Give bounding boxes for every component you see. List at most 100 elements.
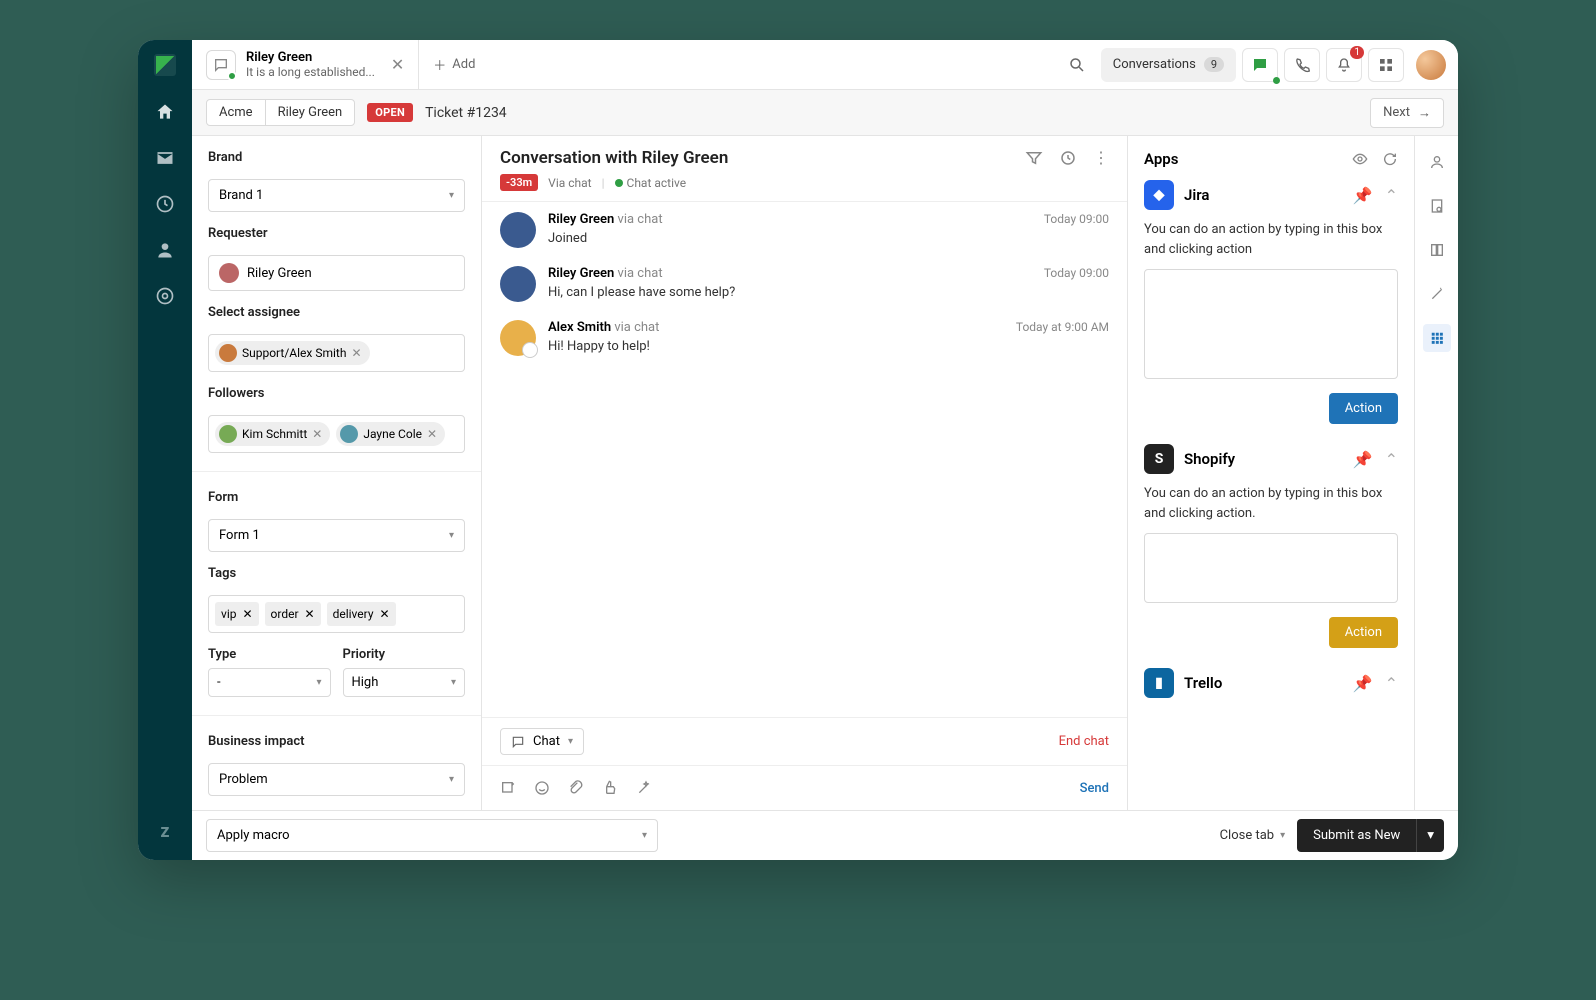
note-icon[interactable] — [500, 780, 516, 796]
user-avatar[interactable] — [1416, 50, 1446, 80]
app-name: Shopify — [1184, 450, 1343, 468]
zendesk-logo-icon: z — [160, 821, 169, 842]
jira-input[interactable] — [1144, 269, 1398, 379]
type-select[interactable]: -▾ — [208, 668, 331, 697]
assignee-field[interactable]: Support/Alex Smith✕ — [208, 334, 465, 372]
remove-icon[interactable]: ✕ — [242, 607, 252, 621]
history-icon[interactable] — [1059, 149, 1077, 167]
pin-icon[interactable]: 📌 — [1353, 186, 1373, 205]
nav-home-icon[interactable] — [155, 102, 175, 122]
app-desc: You can do an action by typing in this b… — [1144, 220, 1398, 259]
nav-clock-icon[interactable] — [155, 194, 175, 214]
search-button[interactable] — [1059, 48, 1095, 82]
notifications-button[interactable]: 1 — [1326, 48, 1362, 82]
app-name: Jira — [1184, 186, 1343, 204]
nav-help-icon[interactable] — [155, 286, 175, 306]
form-select[interactable]: Form 1▾ — [208, 519, 465, 552]
tab-bar: Riley Green It is a long established... … — [192, 40, 1458, 90]
apps-heading: Apps — [1144, 150, 1178, 168]
filter-icon[interactable] — [1025, 149, 1043, 167]
priority-select[interactable]: High▾ — [343, 668, 466, 697]
follower-pill[interactable]: Jayne Cole✕ — [336, 422, 445, 446]
assignee-pill[interactable]: Support/Alex Smith✕ — [215, 341, 370, 365]
submit-caret-button[interactable]: ▾ — [1416, 819, 1444, 852]
remove-icon[interactable]: ✕ — [305, 607, 315, 621]
app-desc: You can do an action by typing in this b… — [1144, 484, 1398, 523]
chevron-down-icon: ▾ — [1280, 830, 1285, 841]
refresh-icon[interactable] — [1382, 151, 1398, 167]
avatar-icon — [219, 425, 237, 443]
nav-user-icon[interactable] — [155, 240, 175, 260]
avatar-icon — [219, 263, 239, 283]
jira-action-button[interactable]: Action — [1329, 393, 1398, 424]
end-chat-button[interactable]: End chat — [1059, 734, 1109, 749]
submit-button[interactable]: Submit as New — [1297, 819, 1416, 852]
impact-select[interactable]: Problem▾ — [208, 763, 465, 796]
remove-icon[interactable]: ✕ — [380, 607, 390, 621]
message-row: Alex Smith via chatToday at 9:00 AM Hi! … — [500, 320, 1109, 356]
shopify-action-button[interactable]: Action — [1329, 617, 1398, 648]
rail-grid-icon[interactable] — [1423, 324, 1451, 352]
breadcrumb-org[interactable]: Acme — [207, 100, 265, 125]
trello-logo-icon: ▮ — [1144, 668, 1174, 698]
tags-label: Tags — [208, 566, 465, 581]
eye-icon[interactable] — [1352, 151, 1368, 167]
app-name: Trello — [1184, 674, 1343, 692]
impact-label: Business impact — [208, 734, 465, 749]
pin-icon[interactable]: 📌 — [1353, 674, 1373, 693]
type-label: Type — [208, 647, 331, 662]
conversations-label: Conversations — [1113, 57, 1196, 72]
remove-icon[interactable]: ✕ — [427, 427, 437, 441]
tag-pill[interactable]: vip✕ — [215, 602, 259, 626]
conversation-title: Conversation with Riley Green — [500, 148, 728, 168]
avatar-icon — [500, 320, 536, 356]
emoji-icon[interactable] — [534, 780, 550, 796]
chevron-up-icon[interactable]: ⌃ — [1385, 674, 1398, 693]
chevron-up-icon[interactable]: ⌃ — [1385, 450, 1398, 469]
close-tab-button[interactable]: Close tab▾ — [1220, 828, 1286, 843]
close-tab-icon[interactable]: ✕ — [391, 55, 404, 74]
breadcrumb-bar: Acme Riley Green OPEN Ticket #1234 Next … — [192, 90, 1458, 136]
pin-icon[interactable]: 📌 — [1353, 450, 1373, 469]
breadcrumb[interactable]: Acme Riley Green — [206, 99, 355, 126]
chevron-down-icon: ▾ — [568, 736, 573, 747]
form-label: Form — [208, 490, 465, 505]
rail-user-icon[interactable] — [1423, 148, 1451, 176]
more-icon[interactable]: ⋮ — [1093, 148, 1109, 167]
status-dot-icon — [1273, 77, 1280, 84]
send-button[interactable]: Send — [1080, 781, 1109, 796]
rail-wand-icon[interactable] — [1423, 280, 1451, 308]
shopify-input[interactable] — [1144, 533, 1398, 603]
chevron-down-icon: ▾ — [449, 774, 454, 785]
bell-badge: 1 — [1350, 46, 1364, 59]
avatar-icon — [500, 266, 536, 302]
brand-select[interactable]: Brand 1▾ — [208, 179, 465, 212]
rail-book-icon[interactable] — [1423, 236, 1451, 264]
follower-pill[interactable]: Kim Schmitt✕ — [215, 422, 330, 446]
attachment-icon[interactable] — [568, 780, 584, 796]
followers-field[interactable]: Kim Schmitt✕ Jayne Cole✕ — [208, 415, 465, 453]
chat-status-button[interactable] — [1242, 48, 1278, 82]
breadcrumb-person[interactable]: Riley Green — [265, 100, 355, 125]
phone-button[interactable] — [1284, 48, 1320, 82]
requester-field[interactable]: Riley Green — [208, 255, 465, 291]
apps-grid-button[interactable] — [1368, 48, 1404, 82]
rail-doc-icon[interactable] — [1423, 192, 1451, 220]
chevron-up-icon[interactable]: ⌃ — [1385, 186, 1398, 205]
tag-pill[interactable]: delivery✕ — [327, 602, 396, 626]
next-label: Next — [1383, 105, 1410, 120]
channel-select[interactable]: Chat ▾ — [500, 728, 584, 755]
ticket-tab[interactable]: Riley Green It is a long established... … — [192, 40, 419, 89]
conversations-button[interactable]: Conversations 9 — [1101, 48, 1236, 82]
tag-pill[interactable]: order✕ — [265, 602, 321, 626]
thumbs-up-icon[interactable] — [602, 780, 618, 796]
remove-icon[interactable]: ✕ — [351, 346, 361, 360]
remove-icon[interactable]: ✕ — [312, 427, 322, 441]
add-tab-button[interactable]: ＋ Add — [419, 55, 489, 74]
magic-wand-icon[interactable] — [636, 780, 652, 796]
nav-mail-icon[interactable] — [155, 148, 175, 168]
tags-field[interactable]: vip✕ order✕ delivery✕ — [208, 595, 465, 633]
next-button[interactable]: Next → — [1370, 98, 1444, 128]
macro-select[interactable]: Apply macro▾ — [206, 819, 658, 852]
chevron-down-icon: ▾ — [642, 830, 647, 841]
